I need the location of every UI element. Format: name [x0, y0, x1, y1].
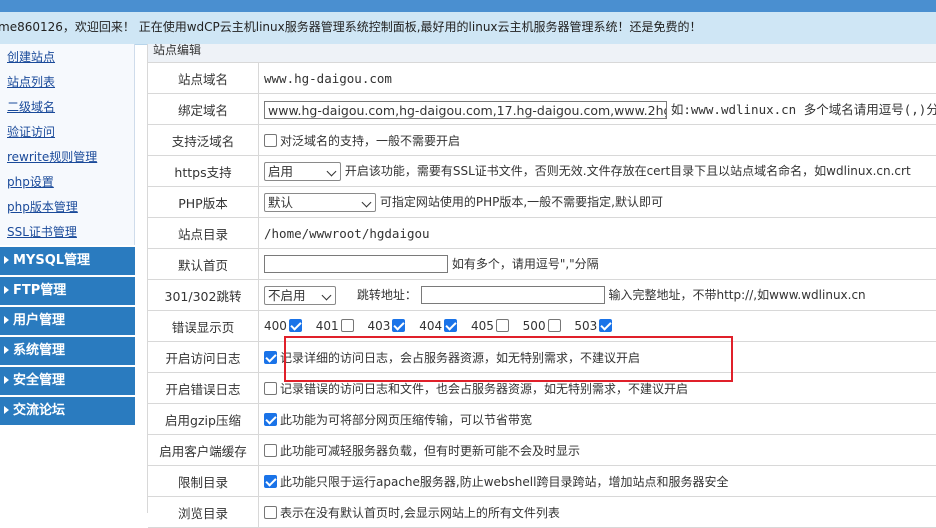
- label-limit: 限制目录: [148, 465, 259, 497]
- arrow-right-icon: [4, 315, 9, 324]
- sidebar-item-php-settings[interactable]: php设置: [0, 170, 134, 195]
- arrow-right-icon: [4, 375, 9, 384]
- site-edit-form: 站点域名 www.hg-daigou.com 绑定域名 www.hg-daigo…: [148, 63, 936, 528]
- top-bar: [0, 0, 936, 12]
- error-404-checkbox[interactable]: [444, 319, 458, 332]
- chevron-down-icon: [321, 290, 332, 300]
- limit-text: 此功能只限于运行apache服务器,防止webshell跨目录跨站，增加站点和服…: [280, 474, 729, 489]
- label-wildcard: 支持泛域名: [148, 124, 259, 156]
- redirect-addr-label: 跳转地址：: [356, 287, 417, 302]
- sidebar-item-site-list[interactable]: 站点列表: [0, 70, 134, 95]
- row-wildcard: 支持泛域名 对泛域名的支持，一般不需要开启: [148, 124, 936, 156]
- php-version-select[interactable]: 默认: [264, 192, 376, 212]
- row-limit: 限制目录 此功能只限于运行apache服务器,防止webshell跨目录跨站，增…: [148, 465, 936, 497]
- panel-title: 站点编辑: [148, 44, 936, 63]
- domain-value: www.hg-daigou.com: [264, 70, 392, 86]
- label-https: https支持: [148, 155, 259, 187]
- row-index: 默认首页 如有多个，请用逗号","分隔: [148, 248, 936, 280]
- row-cache: 启用客户端缓存 此功能可减轻服务器负载，但有时更新可能不会及时显示: [148, 434, 936, 466]
- error-code: 403: [367, 319, 391, 333]
- label-error-log: 开启错误日志: [148, 372, 259, 404]
- error-405-checkbox[interactable]: [495, 319, 509, 332]
- chevron-down-icon: [326, 166, 337, 176]
- sidebar-section-system[interactable]: 系统管理: [0, 337, 135, 365]
- row-domain: 站点域名 www.hg-daigou.com: [148, 63, 936, 94]
- access-log-checkbox[interactable]: [264, 350, 277, 364]
- sidebar-section-security[interactable]: 安全管理: [0, 367, 135, 395]
- arrow-right-icon: [4, 405, 9, 414]
- label-dir: 站点目录: [148, 217, 259, 249]
- error-code: 404: [419, 319, 443, 333]
- sidebar-item-auth-access[interactable]: 验证访问: [0, 120, 134, 145]
- label-cache: 启用客户端缓存: [148, 434, 259, 466]
- label-index: 默认首页: [148, 248, 259, 280]
- bind-domains-input[interactable]: www.hg-daigou.com,hg-daigou.com,17.hg-da…: [264, 101, 667, 120]
- label-redirect: 301/302跳转: [148, 279, 259, 311]
- label-bind: 绑定域名: [148, 93, 259, 125]
- error-log-checkbox[interactable]: [264, 381, 277, 395]
- client-cache-checkbox[interactable]: [264, 443, 277, 457]
- row-https: https支持 启用 开启该功能，需要有SSL证书文件，否则无效.文件存放在ce…: [148, 155, 936, 187]
- welcome-banner: me860126，欢迎回来！ 正在使用wdCP云主机linux服务器管理系统控制…: [0, 12, 936, 45]
- row-php: PHP版本 默认 可指定网站使用的PHP版本,一般不需要指定,默认即可: [148, 186, 936, 218]
- arrow-right-icon: [4, 255, 9, 264]
- gzip-text: 此功能为可将部分网页压缩传输，可以节省带宽: [280, 412, 533, 427]
- arrow-right-icon: [4, 285, 9, 294]
- error-code: 405: [470, 319, 494, 333]
- sidebar-item-create-site[interactable]: 创建站点: [0, 45, 134, 70]
- arrow-right-icon: [4, 345, 9, 354]
- wildcard-text: 对泛域名的支持，一般不需要开启: [280, 133, 461, 148]
- row-bind: 绑定域名 www.hg-daigou.com,hg-daigou.com,17.…: [148, 93, 936, 125]
- error-code: 503: [574, 319, 598, 333]
- highlight-box: [284, 336, 733, 382]
- php-text: 可指定网站使用的PHP版本,一般不需要指定,默认即可: [379, 194, 663, 209]
- error-code: 401: [315, 319, 339, 333]
- chevron-down-icon: [361, 197, 372, 207]
- index-text: 如有多个，请用逗号","分隔: [451, 256, 599, 271]
- bind-hint: 如:www.wdlinux.cn 多个域名请用逗号(,)分隔: [670, 101, 936, 117]
- label-gzip: 启用gzip压缩: [148, 403, 259, 435]
- sidebar-section-users[interactable]: 用户管理: [0, 307, 135, 335]
- label-php: PHP版本: [148, 186, 259, 218]
- row-dir: 站点目录 /home/wwwroot/hgdaigou: [148, 217, 936, 249]
- label-domain: 站点域名: [148, 63, 259, 94]
- sidebar-item-ssl[interactable]: SSL证书管理: [0, 220, 134, 245]
- row-redirect: 301/302跳转 不启用 跳转地址： 输入完整地址，不带http://,如ww…: [148, 279, 936, 311]
- sidebar-item-rewrite[interactable]: rewrite规则管理: [0, 145, 134, 170]
- site-edit-panel: 站点编辑 站点域名 www.hg-daigou.com 绑定域名 www.hg-…: [147, 44, 936, 528]
- index-input[interactable]: [264, 255, 448, 274]
- label-access-log: 开启访问日志: [148, 341, 259, 373]
- sidebar-section-ftp[interactable]: FTP管理: [0, 277, 135, 305]
- error-log-text: 记录错误的访问日志和文件，也会占服务器资源，如无特别需求，不建议开启: [280, 381, 689, 396]
- sidebar-section-mysql[interactable]: MYSQL管理: [0, 247, 135, 275]
- dir-value: /home/wwwroot/hgdaigou: [264, 225, 430, 241]
- sidebar: 创建站点 站点列表 二级域名 验证访问 rewrite规则管理 php设置 ph…: [0, 44, 135, 513]
- site-menu: 创建站点 站点列表 二级域名 验证访问 rewrite规则管理 php设置 ph…: [0, 44, 135, 245]
- redirect-select[interactable]: 不启用: [264, 285, 336, 305]
- https-select[interactable]: 启用: [264, 161, 341, 181]
- gzip-checkbox[interactable]: [264, 412, 277, 426]
- label-browse: 浏览目录: [148, 496, 259, 528]
- error-401-checkbox[interactable]: [340, 319, 354, 332]
- browse-dir-checkbox[interactable]: [264, 505, 277, 519]
- https-text: 开启该功能，需要有SSL证书文件，否则无效.文件存放在cert目录下且以站点域名…: [344, 163, 911, 178]
- error-503-checkbox[interactable]: [599, 319, 613, 332]
- wildcard-checkbox[interactable]: [264, 133, 277, 147]
- cache-text: 此功能可减轻服务器负载，但有时更新可能不会及时显示: [280, 443, 581, 458]
- error-400-checkbox[interactable]: [288, 319, 302, 332]
- error-code: 400: [264, 319, 287, 333]
- row-browse: 浏览目录 表示在没有默认首页时,会显示网站上的所有文件列表: [148, 496, 936, 528]
- row-gzip: 启用gzip压缩 此功能为可将部分网页压缩传输，可以节省带宽: [148, 403, 936, 435]
- limit-dir-checkbox[interactable]: [264, 474, 277, 488]
- error-500-checkbox[interactable]: [547, 319, 561, 332]
- sidebar-section-forum[interactable]: 交流论坛: [0, 397, 135, 425]
- label-errors: 错误显示页: [148, 310, 259, 342]
- sidebar-item-php-version[interactable]: php版本管理: [0, 195, 134, 220]
- error-403-checkbox[interactable]: [392, 319, 406, 332]
- redirect-addr-input[interactable]: [420, 286, 605, 304]
- redirect-text: 输入完整地址，不带http://,如www.wdlinux.cn: [608, 287, 866, 302]
- sidebar-item-subdomain[interactable]: 二级域名: [0, 95, 134, 120]
- error-code: 500: [522, 319, 546, 333]
